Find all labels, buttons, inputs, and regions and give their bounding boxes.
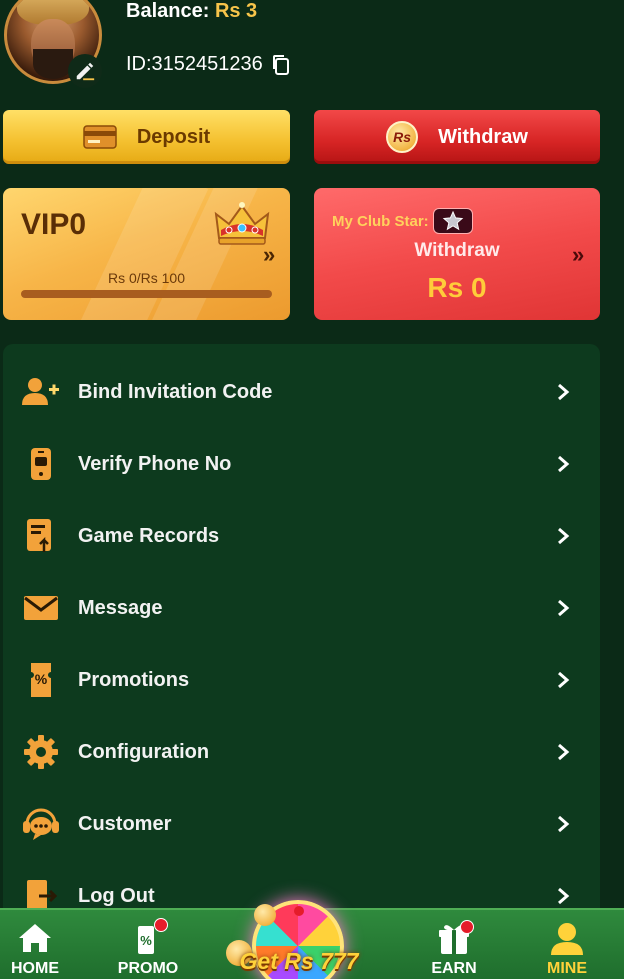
gear-icon: [21, 732, 61, 772]
menu-label: Configuration: [78, 740, 210, 763]
svg-text:%: %: [35, 671, 48, 687]
records-icon: [21, 516, 61, 556]
menu-label: Log Out: [78, 884, 155, 907]
nav-mine[interactable]: MINE: [527, 916, 607, 978]
add-user-icon: [21, 372, 61, 412]
spin-wheel-button[interactable]: Get Rs 777: [224, 896, 374, 979]
chevron-right-icon: [558, 455, 570, 473]
nav-earn-label: EARN: [431, 960, 477, 977]
coin-icon: [254, 904, 276, 926]
chevron-right-icon: [558, 671, 570, 689]
promo-notification-dot: [154, 918, 168, 932]
club-star-label-row: My Club Star:: [332, 208, 473, 234]
nav-home-label: HOME: [11, 960, 59, 977]
deposit-button[interactable]: Deposit: [3, 110, 290, 164]
menu-item-game-records[interactable]: Game Records: [3, 500, 600, 572]
club-amount: Rs 0: [427, 272, 487, 303]
earn-notification-dot: [460, 920, 474, 934]
gift-icon: [436, 920, 474, 956]
vip-details-chevron-icon: »: [263, 242, 276, 267]
menu-label: Message: [78, 596, 163, 619]
chevron-right-icon: [558, 383, 570, 401]
balance-value: Rs 3: [214, 0, 258, 22]
profile-header: Balance: Rs 3 ID:3152451236: [0, 0, 624, 100]
nav-earn[interactable]: EARN: [414, 916, 494, 978]
customer-service-icon: [21, 804, 61, 844]
rupee-coin-icon: Rs: [386, 121, 419, 153]
crown-icon: [214, 202, 270, 245]
menu-label: Customer: [78, 812, 172, 835]
balance-display: Balance: Rs 3: [126, 0, 257, 23]
withdraw-label: Withdraw: [438, 125, 528, 148]
deposit-label: Deposit: [136, 125, 211, 148]
menu-item-message[interactable]: Message: [3, 572, 600, 644]
nav-promo[interactable]: % PROMO: [108, 916, 188, 978]
club-withdraw-label: Withdraw: [414, 240, 500, 261]
promotion-ticket-icon: %: [21, 660, 61, 700]
user-icon: [549, 922, 585, 956]
user-id-row: ID:3152451236: [126, 53, 291, 76]
vip-progress-bar: [21, 290, 272, 298]
menu-label: Game Records: [78, 524, 220, 547]
user-id: ID:3152451236: [126, 53, 263, 75]
menu-label: Verify Phone No: [78, 452, 232, 475]
menu-label: Bind Invitation Code: [78, 380, 273, 403]
club-details-chevron-icon: »: [572, 242, 585, 267]
avatar-beard: [33, 49, 73, 79]
nav-promo-label: PROMO: [117, 960, 179, 977]
menu-label: Promotions: [78, 668, 190, 691]
chevron-right-icon: [558, 599, 570, 617]
chevron-right-icon: [558, 527, 570, 545]
vip-card[interactable]: VIP0 » Rs 0/Rs 100: [3, 188, 290, 320]
wallet-card-icon: [83, 125, 117, 149]
wheel-pointer-icon: [294, 906, 304, 916]
vip-progress-text: Rs 0/Rs 100: [107, 270, 186, 286]
account-menu: Bind Invitation Code Verify Phone No Gam…: [3, 344, 600, 944]
star-icon: [442, 210, 463, 231]
home-icon: [17, 922, 53, 956]
pencil-icon: [76, 62, 95, 81]
club-star-badge: [432, 208, 473, 234]
menu-item-verify-phone[interactable]: Verify Phone No: [3, 428, 600, 500]
chevron-right-icon: [558, 887, 570, 905]
nav-mine-label: MINE: [547, 960, 587, 977]
chevron-right-icon: [558, 815, 570, 833]
withdraw-button[interactable]: Rs Withdraw: [314, 110, 600, 164]
balance-label: Balance:: [126, 0, 210, 22]
spin-wheel-label: Get Rs 777: [239, 948, 359, 974]
menu-item-promotions[interactable]: % Promotions: [3, 644, 600, 716]
menu-item-customer[interactable]: Customer: [3, 788, 600, 860]
rupee-coin-text: Rs: [393, 129, 412, 145]
nav-home[interactable]: HOME: [0, 916, 75, 978]
chevron-right-icon: [558, 743, 570, 761]
club-star-label: My Club Star:: [332, 212, 429, 230]
promo-ticket-icon: %: [130, 918, 168, 956]
copy-icon[interactable]: [271, 54, 291, 76]
svg-text:%: %: [140, 933, 152, 948]
menu-item-bind-invitation-code[interactable]: Bind Invitation Code: [3, 356, 600, 428]
vip-level: VIP0: [21, 208, 87, 241]
menu-item-configuration[interactable]: Configuration: [3, 716, 600, 788]
edit-avatar-button[interactable]: [68, 54, 102, 88]
phone-icon: [21, 444, 61, 484]
envelope-icon: [21, 588, 61, 628]
club-star-card[interactable]: My Club Star: Withdraw Rs 0 »: [314, 188, 600, 320]
